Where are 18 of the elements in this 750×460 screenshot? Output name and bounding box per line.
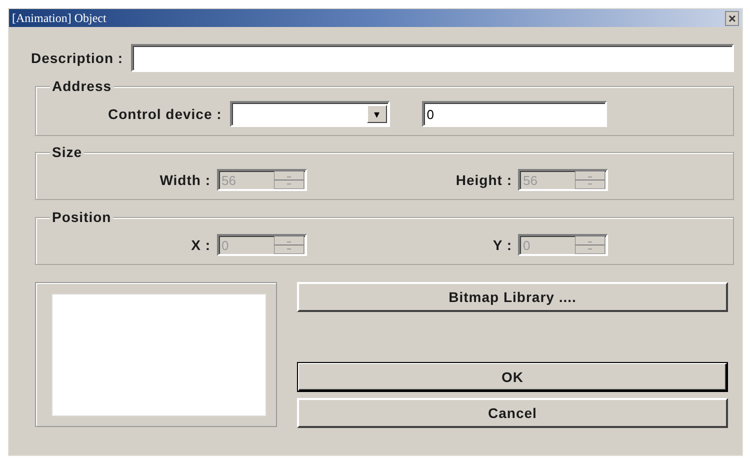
- input-field[interactable]: 0: [422, 101, 607, 127]
- dropdown-field[interactable]: ▾: [230, 101, 390, 127]
- group-title: Size: [50, 144, 84, 160]
- group-title: Address: [50, 78, 114, 94]
- window-title: [Animation] Object: [12, 10, 106, 26]
- input-field[interactable]: [131, 44, 734, 72]
- cancel-button[interactable]: Cancel: [297, 398, 728, 428]
- close-button[interactable]: ×: [725, 10, 739, 26]
- field-label: Width :: [160, 172, 210, 188]
- field-label: Y :: [492, 237, 512, 253]
- field-label: Height :: [456, 172, 512, 188]
- dropdown-button[interactable]: ▾: [366, 105, 387, 123]
- field-label: X :: [191, 237, 210, 253]
- ok-button[interactable]: OK: [297, 362, 728, 392]
- field-label: Description :: [31, 50, 124, 66]
- library-button[interactable]: Bitmap Library ....: [297, 282, 728, 312]
- group-title: Position: [50, 209, 114, 225]
- field-label: Control device :: [108, 106, 222, 122]
